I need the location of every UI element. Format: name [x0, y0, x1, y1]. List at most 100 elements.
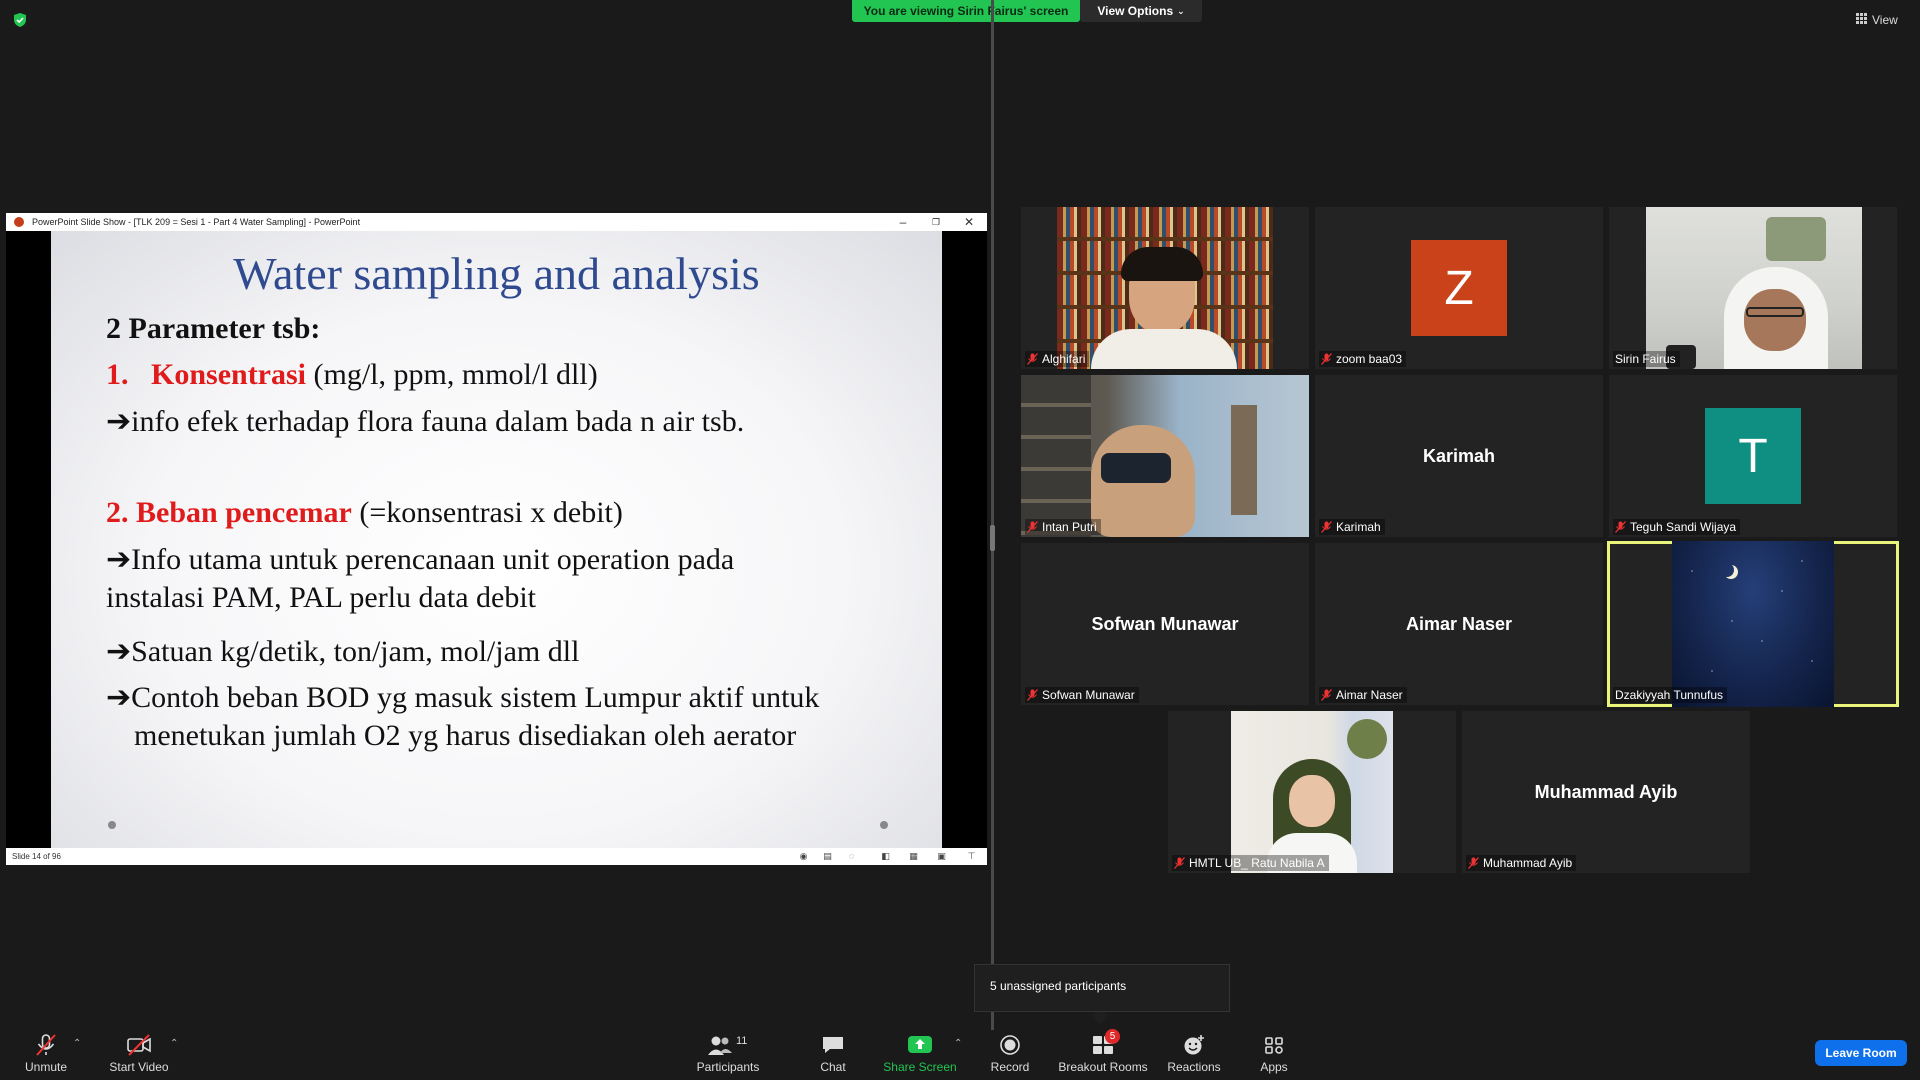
item1-number: 1. [106, 358, 129, 391]
breakout-rooms-badge: 5 [1105, 1029, 1120, 1044]
breakout-rooms-button[interactable]: 5 Breakout Rooms [1058, 1029, 1148, 1078]
mic-muted-icon [1027, 353, 1038, 365]
participant-name-tag: Intan Putri [1025, 519, 1101, 535]
participant-tile-teguh-sandi-wijaya[interactable]: T Teguh Sandi Wijaya [1609, 375, 1897, 537]
participant-video [1672, 541, 1834, 707]
item2-key: 2. Beban pencemar [106, 496, 352, 529]
mic-muted-icon [1321, 689, 1332, 701]
video-options-caret-icon[interactable]: ⌃ [170, 1038, 178, 1049]
participant-name-tag: zoom baa03 [1319, 351, 1407, 367]
item1-key: Konsentrasi [151, 358, 307, 391]
chat-button[interactable]: Chat [810, 1032, 856, 1078]
slide-bullet-3a: ➔Contoh beban BOD yg masuk sistem Lumpur… [106, 680, 819, 715]
reactions-button[interactable]: Reactions [1164, 1032, 1224, 1078]
item2-rest: (=konsentrasi x debit) [359, 496, 623, 529]
record-icon [997, 1033, 1023, 1057]
item1-info-text: info efek terhadap flora fauna dalam bad… [131, 405, 745, 438]
participant-video [1646, 207, 1862, 369]
participant-tile-intan-putri[interactable]: Intan Putri [1021, 375, 1309, 537]
mic-muted-icon [33, 1033, 59, 1057]
participant-name-tag: Muhammad Ayib [1466, 855, 1577, 871]
participant-name-tag: Aimar Naser [1319, 687, 1407, 703]
share-screen-button[interactable]: Share Screen [882, 1032, 958, 1078]
participant-name-tag: Sirin Fairus [1613, 351, 1680, 367]
participants-label: Participants [696, 1060, 760, 1074]
participant-video [1057, 207, 1273, 369]
slide-decoration-dot [108, 821, 116, 829]
bullet1a-text: Info utama untuk perencanaan unit operat… [131, 543, 735, 576]
participant-tile-alghifari[interactable]: Alghifari [1021, 207, 1309, 369]
participant-tile-muhammad-ayib[interactable]: Muhammad Ayib Muhammad Ayib [1462, 711, 1750, 873]
chevron-down-icon: ⌄ [1177, 5, 1185, 16]
notes-icon[interactable]: ▤ [822, 851, 833, 861]
mic-muted-icon [1321, 353, 1332, 365]
share-screen-icon [907, 1033, 933, 1057]
unassigned-participants-tooltip: 5 unassigned participants [974, 964, 1230, 1012]
slide-nav-icon[interactable]: ◉ [798, 851, 809, 861]
participant-name-tag: Alghifari [1025, 351, 1090, 367]
play-icon[interactable]: ◌ [846, 851, 857, 861]
audio-options-caret-icon[interactable]: ⌃ [73, 1038, 81, 1049]
participant-avatar: T [1705, 408, 1801, 504]
record-label: Record [990, 1060, 1030, 1074]
slide-decoration-dot [880, 821, 888, 829]
participants-count: 11 [736, 1035, 748, 1047]
slide-sorter-icon[interactable]: ▦ [908, 851, 919, 861]
participant-tile-hmtl-ub-ratu-nabila[interactable]: HMTL UB_ Ratu Nabila A [1168, 711, 1456, 873]
arrow-icon: ➔ [106, 635, 132, 668]
participant-name: Aimar Naser [1336, 688, 1403, 702]
participant-video [1021, 375, 1309, 537]
close-icon[interactable]: ✕ [954, 214, 984, 230]
participant-tile-karimah[interactable]: Karimah Karimah [1315, 375, 1603, 537]
slideshow-icon[interactable]: ⊤ [966, 851, 977, 861]
share-options-caret-icon[interactable]: ⌃ [954, 1038, 962, 1049]
slide-bullet-2: ➔Satuan kg/detik, ton/jam, mol/jam dll [106, 634, 579, 669]
mic-muted-icon [1027, 689, 1038, 701]
participant-name: Karimah [1336, 520, 1381, 534]
reading-view-icon[interactable]: ▣ [936, 851, 947, 861]
participant-tile-dzakiyyah-tunnufus[interactable]: Dzakiyyah Tunnufus [1607, 541, 1899, 707]
record-button[interactable]: Record [984, 1032, 1036, 1078]
split-divider-handle[interactable] [990, 525, 995, 551]
mic-muted-icon [1615, 521, 1626, 533]
ppt-window-title: PowerPoint Slide Show - [TLK 209 = Sesi … [32, 217, 361, 227]
participant-name: Intan Putri [1042, 520, 1097, 534]
participant-display-name: Karimah [1422, 445, 1496, 466]
ppt-titlebar: PowerPoint Slide Show - [TLK 209 = Sesi … [6, 213, 987, 231]
participant-name-tag: Teguh Sandi Wijaya [1613, 519, 1741, 535]
apps-icon [1261, 1033, 1287, 1057]
view-button[interactable]: View [1856, 10, 1912, 30]
security-shield-icon[interactable] [12, 12, 28, 28]
start-video-button[interactable]: Start Video [104, 1032, 174, 1078]
slide-item-1-info: ➔info efek terhadap flora fauna dalam ba… [106, 404, 744, 439]
participant-tile-sofwan-munawar[interactable]: Sofwan Munawar Sofwan Munawar [1021, 543, 1309, 705]
ppt-statusbar: Slide 14 of 96 ◉ ▤ ◌ ◧ ▦ ▣ ⊤ [6, 848, 987, 865]
participant-name: Sirin Fairus [1615, 352, 1676, 366]
slide-bullet-3b: menetukan jumlah O2 yg harus disediakan … [134, 719, 797, 752]
slide-bullet-1b: instalasi PAM, PAL perlu data debit [106, 581, 536, 614]
participant-name-tag: Karimah [1319, 519, 1385, 535]
view-options-button[interactable]: View Options ⌄ [1080, 0, 1202, 22]
apps-button[interactable]: Apps [1252, 1032, 1296, 1078]
participant-tile-sirin-fairus[interactable]: Sirin Fairus [1609, 207, 1897, 369]
participant-display-name: Aimar Naser [1405, 613, 1513, 634]
participant-name-tag: Sofwan Munawar [1025, 687, 1139, 703]
powerpoint-logo-icon [14, 217, 24, 227]
participants-button[interactable]: 11 Participants [690, 1032, 766, 1078]
unmute-button[interactable]: Unmute [18, 1032, 74, 1078]
participant-name: Alghifari [1042, 352, 1086, 366]
normal-view-icon[interactable]: ◧ [880, 851, 891, 861]
bullet2-text: Satuan kg/detik, ton/jam, mol/jam dll [131, 635, 580, 668]
arrow-icon: ➔ [106, 543, 132, 576]
participant-tile-zoom-baa03[interactable]: Z zoom baa03 [1315, 207, 1603, 369]
restore-icon[interactable]: ❐ [921, 214, 951, 230]
participants-icon: 11 [706, 1033, 750, 1057]
share-screen-label: Share Screen [883, 1060, 957, 1074]
participant-video [1231, 711, 1393, 873]
participant-name: Muhammad Ayib [1483, 856, 1573, 870]
minimize-icon[interactable]: – [888, 214, 918, 230]
leave-room-button[interactable]: Leave Room [1815, 1040, 1907, 1066]
participant-name: Sofwan Munawar [1042, 688, 1135, 702]
split-divider[interactable] [991, 0, 994, 1030]
participant-tile-aimar-naser[interactable]: Aimar Naser Aimar Naser [1315, 543, 1603, 705]
